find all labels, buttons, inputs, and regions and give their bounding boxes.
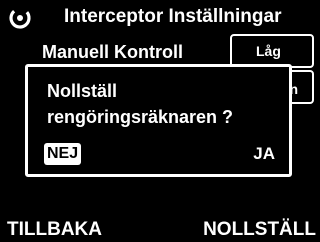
dialog-message-line-2: rengöringsräknaren ? [47,107,234,127]
dialog-message: Nollställ rengöringsräknaren ? [47,78,287,130]
setting-row-label: Manuell Kontroll [42,42,183,62]
yes-button[interactable]: JA [253,144,275,164]
confirm-dialog: Nollställ rengöringsräknaren ? NEJ JA [25,64,292,177]
brand-logo-icon [8,6,32,30]
dialog-message-line-1: Nollställ [47,81,118,101]
back-softkey[interactable]: TILLBAKA [7,218,102,242]
setting-value-text: Låg [256,43,281,59]
page-title: Interceptor Inställningar [64,6,282,27]
reset-softkey[interactable]: NOLLSTÄLL [203,218,316,242]
no-button[interactable]: NEJ [44,143,82,165]
